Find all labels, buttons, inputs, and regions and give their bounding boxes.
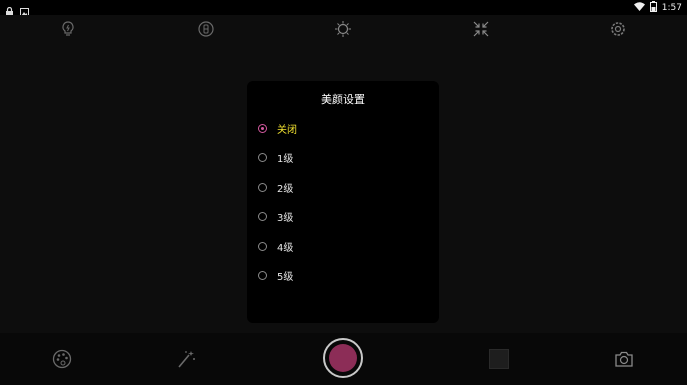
dialog-title: 美颜设置	[321, 93, 365, 106]
switch-camera-icon[interactable]	[613, 348, 635, 370]
beauty-option-level-1[interactable]: 1级	[258, 147, 428, 167]
beauty-option-level-2[interactable]: 2级	[258, 177, 428, 197]
beauty-settings-dialog: 美颜设置 关闭 1级 2级 3级 4级 5级	[247, 81, 439, 323]
status-time: 1:57	[661, 3, 682, 13]
camera-toolbar	[0, 15, 687, 43]
radio-unselected[interactable]	[258, 182, 267, 192]
beauty-option-level-4[interactable]: 4级	[258, 236, 428, 256]
filter-palette-icon[interactable]	[51, 348, 73, 370]
radio-unselected[interactable]	[258, 152, 267, 162]
exposure-icon[interactable]	[471, 19, 491, 39]
hdr-icon[interactable]	[196, 19, 216, 39]
shutter-inner	[329, 344, 357, 372]
wifi-icon	[633, 2, 645, 14]
beauty-wand-icon[interactable]	[176, 348, 198, 370]
flash-icon[interactable]	[58, 19, 78, 39]
option-label: 5级	[277, 271, 294, 283]
option-label: 关闭	[277, 124, 297, 136]
beauty-option-level-3[interactable]: 3级	[258, 206, 428, 226]
option-label: 2级	[277, 183, 294, 195]
option-label: 3级	[277, 212, 294, 224]
radio-selected[interactable]	[258, 123, 267, 133]
gallery-thumbnail[interactable]	[489, 349, 509, 369]
option-label: 4级	[277, 242, 294, 254]
shutter-button[interactable]	[323, 338, 363, 378]
status-bar: 1:57	[0, 0, 687, 17]
battery-icon	[649, 1, 657, 15]
white-balance-icon[interactable]	[333, 19, 353, 39]
settings-gear-icon[interactable]	[608, 19, 628, 39]
radio-unselected[interactable]	[258, 211, 267, 221]
option-label: 1级	[277, 153, 294, 165]
beauty-option-level-5[interactable]: 5级	[258, 265, 428, 285]
radio-unselected[interactable]	[258, 241, 267, 251]
beauty-option-off[interactable]: 关闭	[258, 118, 428, 138]
radio-unselected[interactable]	[258, 270, 267, 280]
